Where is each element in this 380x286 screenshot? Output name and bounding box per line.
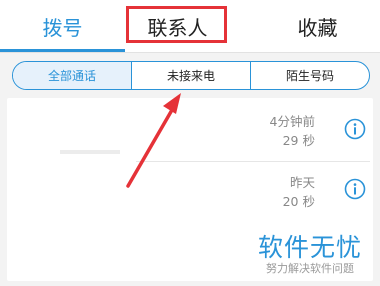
row-divider [136, 161, 370, 162]
contacts-highlight-box [126, 6, 227, 43]
filter-all-calls[interactable]: 全部通话 [13, 62, 132, 89]
call-time: 4分钟前 [269, 114, 315, 129]
info-icon[interactable] [344, 118, 366, 140]
call-duration: 29 秒 [282, 133, 315, 148]
redacted-text [60, 150, 120, 154]
info-icon[interactable] [344, 178, 366, 200]
watermark-title: 软件无忧 [258, 233, 363, 262]
filter-unknown-numbers[interactable]: 陌生号码 [251, 62, 369, 89]
call-duration: 20 秒 [282, 194, 315, 209]
call-time: 昨天 [289, 175, 315, 190]
tab-favorites[interactable]: 收藏 [255, 0, 380, 52]
active-tab-indicator [0, 49, 125, 52]
call-filter-segmented-control: 全部通话 未接来电 陌生号码 [12, 61, 370, 90]
filter-missed-calls[interactable]: 未接来电 [132, 62, 251, 89]
tab-dial[interactable]: 拨号 [0, 0, 125, 52]
watermark-subtitle: 努力解决软件问题 [266, 262, 354, 275]
redacted-contact-area [9, 100, 136, 278]
